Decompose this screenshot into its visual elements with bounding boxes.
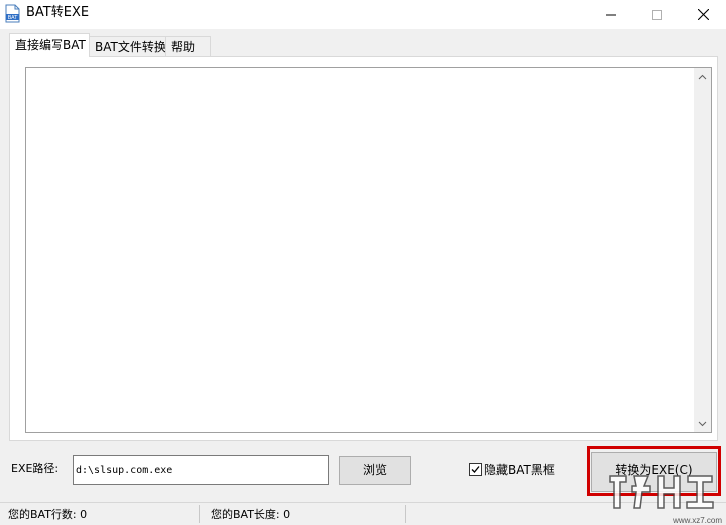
status-divider — [199, 505, 200, 523]
status-length: 您的BAT长度: 0 — [211, 508, 291, 521]
bat-editor[interactable] — [25, 67, 712, 433]
status-bar: 您的BAT行数: 0 您的BAT长度: 0 — [0, 502, 726, 525]
exe-path-label: EXE路径: — [11, 462, 59, 475]
tab-help[interactable]: 帮助 — [165, 36, 211, 56]
exe-path-input[interactable] — [73, 455, 329, 485]
tab-panel — [9, 56, 718, 441]
close-icon[interactable] — [680, 0, 726, 29]
scroll-up-icon[interactable] — [694, 68, 711, 85]
hide-console-checkbox[interactable] — [469, 463, 482, 476]
svg-text:BAT: BAT — [8, 15, 18, 21]
status-divider — [405, 505, 406, 523]
maximize-icon[interactable] — [634, 0, 680, 29]
window-title: BAT转EXE — [26, 5, 90, 20]
tab-bat-file-convert[interactable]: BAT文件转换 — [89, 36, 166, 56]
bat-file-icon: BAT — [5, 4, 20, 23]
tab-write-bat[interactable]: 直接编写BAT — [9, 33, 90, 57]
status-line-count: 您的BAT行数: 0 — [8, 508, 88, 521]
browse-button[interactable]: 浏览 — [339, 456, 411, 485]
app-window: BAT BAT转EXE 直接编写BAT BAT文件转换 帮助 EXE路径: d:… — [0, 0, 726, 525]
minimize-icon[interactable] — [588, 0, 634, 29]
scroll-down-icon[interactable] — [694, 415, 711, 432]
vertical-scrollbar[interactable] — [694, 68, 711, 432]
convert-to-exe-button[interactable]: 转换为EXE(C) — [591, 452, 717, 492]
hide-console-label[interactable]: 隐藏BAT黑框 — [484, 462, 555, 478]
title-bar[interactable]: BAT BAT转EXE — [0, 0, 726, 29]
